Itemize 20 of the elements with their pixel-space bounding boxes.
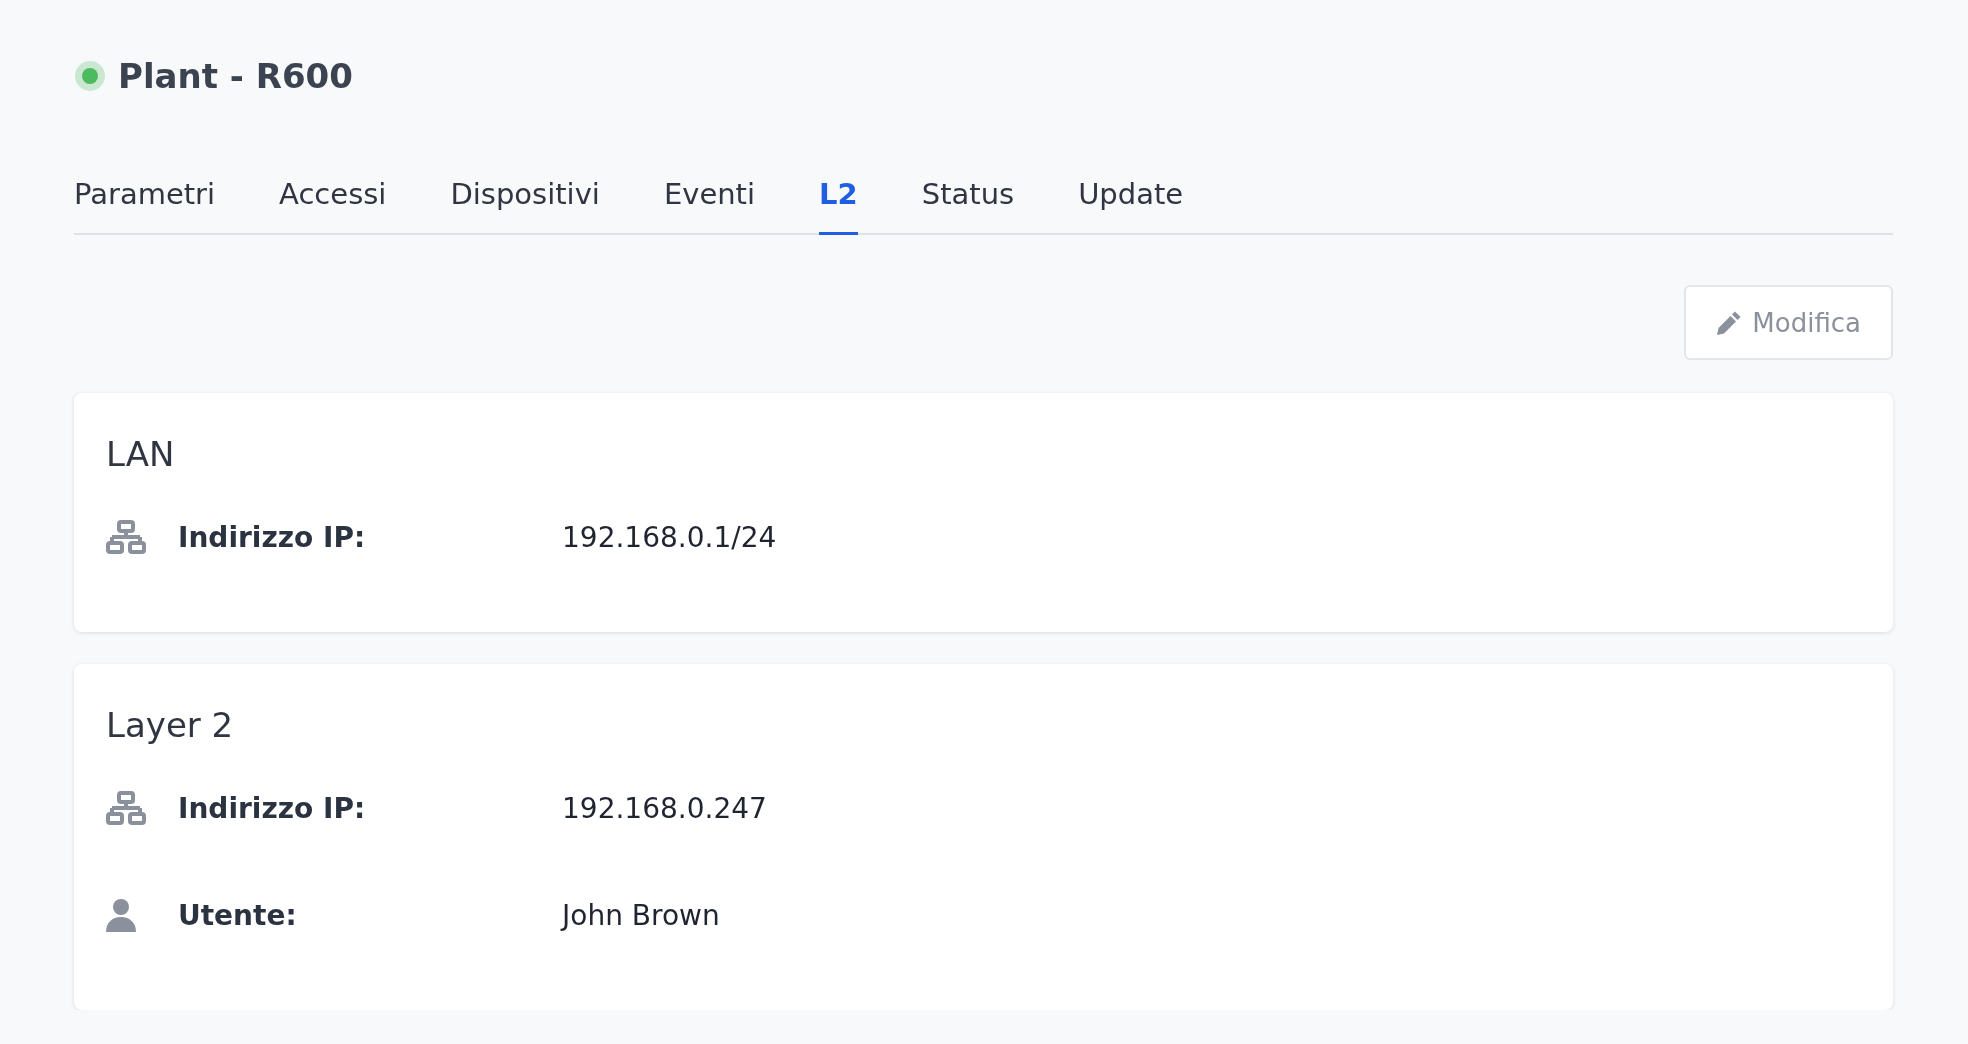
network-icon: [106, 791, 146, 825]
user-icon: [106, 898, 136, 932]
card-title: LAN: [106, 434, 176, 474]
field-value: 192.168.0.1/24: [562, 520, 778, 554]
tab[interactable]: Update: [1078, 177, 1184, 235]
field-label: Indirizzo IP:: [178, 791, 367, 825]
field-value: John Brown: [562, 898, 721, 932]
tab[interactable]: Parametri: [74, 177, 216, 235]
field-label: Indirizzo IP:: [178, 520, 367, 554]
card-title: Layer 2: [106, 705, 235, 745]
tab[interactable]: Status: [921, 177, 1015, 235]
tab[interactable]: Eventi: [663, 177, 756, 235]
pencil-icon: [1716, 309, 1743, 336]
tab[interactable]: Accessi: [279, 177, 387, 235]
tab[interactable]: L2: [819, 177, 858, 235]
tab[interactable]: Dispositivi: [450, 177, 600, 235]
page-title: Plant - R600: [118, 56, 353, 96]
network-icon: [106, 520, 146, 554]
field-label: Utente:: [178, 898, 298, 932]
field-value: 192.168.0.247: [562, 791, 768, 825]
